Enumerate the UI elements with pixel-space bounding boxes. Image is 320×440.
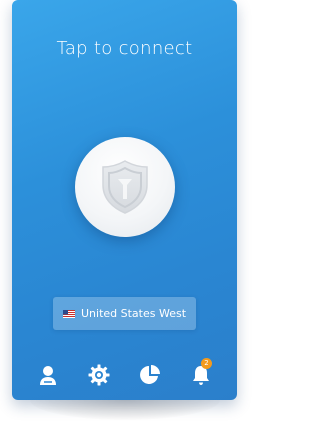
us-flag-icon xyxy=(62,309,75,318)
settings-icon xyxy=(88,364,110,386)
nav-stats[interactable] xyxy=(138,363,162,387)
connect-button[interactable] xyxy=(75,137,175,237)
shield-icon xyxy=(102,160,148,214)
location-selector[interactable]: United States West xyxy=(53,297,196,330)
stage: Tap to connect United States West 2 xyxy=(0,0,250,440)
account-icon xyxy=(40,366,56,385)
stats-icon xyxy=(140,365,160,384)
app-screen: Tap to connect United States West 2 xyxy=(12,0,237,400)
page-title: Tap to connect xyxy=(56,38,193,59)
notification-badge: 2 xyxy=(201,358,212,369)
bottom-nav: 2 xyxy=(12,358,237,390)
location-label: United States West xyxy=(80,307,187,320)
nav-account[interactable] xyxy=(36,363,60,387)
nav-settings[interactable] xyxy=(87,363,111,387)
